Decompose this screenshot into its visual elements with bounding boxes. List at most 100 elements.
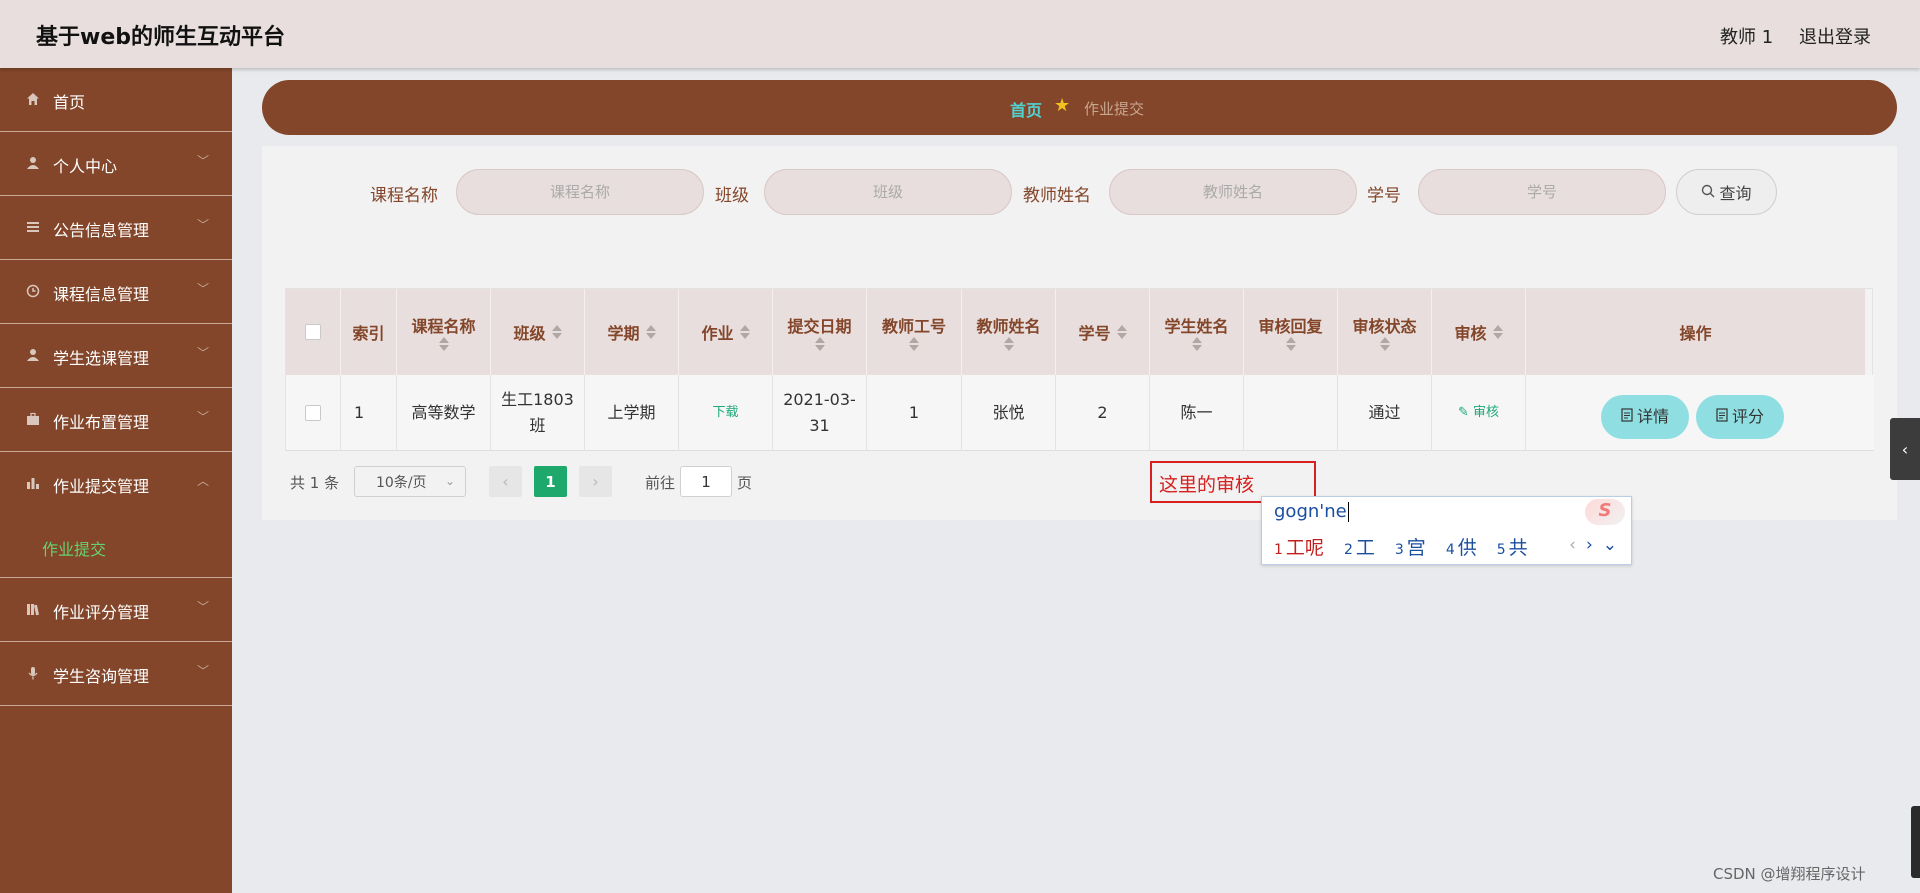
detail-button[interactable]: 详情 bbox=[1601, 395, 1689, 439]
class-input[interactable] bbox=[764, 169, 1012, 215]
cell-select bbox=[286, 375, 341, 451]
prev-page-button[interactable]: ‹ bbox=[489, 466, 522, 497]
sidebar-item-label: 作业提交管理 bbox=[53, 477, 150, 496]
breadcrumb: 首页 ★ 作业提交 bbox=[262, 80, 1897, 135]
cell-audit-reply bbox=[1244, 375, 1338, 451]
sort-icon[interactable] bbox=[909, 337, 919, 351]
header-label: 学号 bbox=[1078, 324, 1111, 343]
download-link[interactable]: 下载 bbox=[712, 400, 738, 426]
header-submit-date[interactable]: 提交日期 bbox=[773, 289, 867, 375]
header-teacher-name[interactable]: 教师姓名 bbox=[962, 289, 1056, 375]
audit-link[interactable]: ✎ 审核 bbox=[1458, 400, 1499, 426]
audit-link-label: 审核 bbox=[1473, 405, 1500, 420]
chevron-left-icon[interactable]: ‹ bbox=[1569, 535, 1576, 555]
select-all-checkbox[interactable] bbox=[305, 324, 321, 340]
header-label: 操作 bbox=[1679, 324, 1712, 343]
sidebar-item-assignment-setup[interactable]: 作业布置管理 ﹀ bbox=[0, 388, 232, 452]
sidebar-item-course-selection[interactable]: 学生选课管理 ﹀ bbox=[0, 324, 232, 388]
sidebar-item-student-consultation[interactable]: 学生咨询管理 ﹀ bbox=[0, 642, 232, 706]
course-name-input[interactable] bbox=[456, 169, 704, 215]
chevron-down-icon: ﹀ bbox=[197, 154, 210, 168]
submenu-item-assignment-submit[interactable]: 作业提交 bbox=[42, 536, 106, 560]
logout-link[interactable]: 退出登录 bbox=[1799, 23, 1871, 49]
header-select-all bbox=[286, 289, 341, 375]
edge-handle[interactable] bbox=[1911, 806, 1920, 878]
chevron-down-icon[interactable]: ⌄ bbox=[1603, 535, 1617, 555]
list-icon bbox=[24, 218, 42, 236]
header-teacher-no[interactable]: 教师工号 bbox=[867, 289, 962, 375]
cell-teacher-name: 张悦 bbox=[962, 375, 1056, 451]
ime-candidate[interactable]: 1 工呢 bbox=[1274, 533, 1324, 560]
header-homework[interactable]: 作业 bbox=[679, 289, 773, 375]
ime-candidate[interactable]: 4供 bbox=[1446, 533, 1477, 560]
next-page-button[interactable]: › bbox=[579, 466, 612, 497]
sort-icon[interactable] bbox=[438, 337, 449, 351]
search-button-label: 查询 bbox=[1719, 184, 1752, 203]
sort-icon[interactable] bbox=[1003, 337, 1014, 351]
sidebar-item-assignment-submission[interactable]: 作业提交管理 ︿ 作业提交 bbox=[0, 452, 232, 578]
cell-date-line2: 31 bbox=[809, 416, 830, 435]
goto-page-input[interactable] bbox=[680, 466, 732, 497]
side-panel-toggle[interactable]: ‹ bbox=[1890, 418, 1920, 480]
header-label: 教师工号 bbox=[881, 317, 946, 336]
header-student-no[interactable]: 学号 bbox=[1056, 289, 1150, 375]
sidebar-item-label: 公告信息管理 bbox=[53, 221, 150, 240]
sidebar-item-label: 作业评分管理 bbox=[53, 603, 150, 622]
ime-candidates: 1 工呢 2工 3宫 4供 5共 bbox=[1274, 533, 1528, 560]
sidebar-item-announcements[interactable]: 公告信息管理 ﹀ bbox=[0, 196, 232, 260]
teacher-name-input[interactable] bbox=[1109, 169, 1357, 215]
header-label: 提交日期 bbox=[787, 317, 852, 336]
ime-candidate[interactable]: 3宫 bbox=[1395, 533, 1426, 560]
sidebar-item-home[interactable]: 首页 bbox=[0, 68, 232, 132]
header-audit[interactable]: 审核 bbox=[1432, 289, 1526, 375]
cell-class-line2: 班 bbox=[529, 416, 546, 435]
user-icon bbox=[24, 346, 42, 364]
header-label: 索引 bbox=[352, 324, 385, 343]
breadcrumb-home[interactable]: 首页 bbox=[1010, 97, 1042, 121]
page-number-current[interactable]: 1 bbox=[534, 466, 567, 497]
course-name-label: 课程名称 bbox=[370, 186, 438, 206]
header-term[interactable]: 学期 bbox=[585, 289, 679, 375]
ime-composition-text: gogn'ne bbox=[1274, 501, 1347, 522]
score-button[interactable]: 评分 bbox=[1696, 395, 1784, 439]
chevron-down-icon: ﹀ bbox=[197, 346, 210, 360]
sidebar-item-label: 学生咨询管理 bbox=[53, 667, 150, 686]
ime-composition: gogn'ne bbox=[1274, 501, 1349, 522]
student-number-input[interactable] bbox=[1418, 169, 1666, 215]
cell-audit-status: 通过 bbox=[1338, 375, 1432, 451]
sort-icon[interactable] bbox=[1116, 325, 1127, 339]
ime-logo-icon: S bbox=[1585, 499, 1625, 525]
header-index: 索引 bbox=[341, 289, 397, 375]
chevron-down-icon: ﹀ bbox=[197, 282, 210, 296]
sort-icon[interactable] bbox=[645, 325, 656, 339]
header-course-name[interactable]: 课程名称 bbox=[397, 289, 491, 375]
ime-candidate[interactable]: 5共 bbox=[1497, 533, 1528, 560]
chevron-right-icon[interactable]: › bbox=[1586, 535, 1593, 555]
sort-icon[interactable] bbox=[1492, 325, 1503, 339]
header-actions: 操作 bbox=[1526, 289, 1866, 375]
sort-icon[interactable] bbox=[814, 337, 825, 351]
home-icon bbox=[24, 90, 42, 108]
sort-icon[interactable] bbox=[1379, 337, 1390, 351]
header-label: 学生姓名 bbox=[1164, 317, 1229, 336]
header-audit-status[interactable]: 审核状态 bbox=[1338, 289, 1432, 375]
search-button[interactable]: 查询 bbox=[1676, 169, 1777, 215]
header-student-name[interactable]: 学生姓名 bbox=[1150, 289, 1244, 375]
sort-icon[interactable] bbox=[739, 325, 750, 339]
sidebar-item-personal-center[interactable]: 个人中心 ﹀ bbox=[0, 132, 232, 196]
header-audit-reply[interactable]: 审核回复 bbox=[1244, 289, 1338, 375]
ime-candidate[interactable]: 2工 bbox=[1344, 533, 1375, 560]
sidebar-item-courses[interactable]: 课程信息管理 ﹀ bbox=[0, 260, 232, 324]
sidebar-item-assignment-grading[interactable]: 作业评分管理 ﹀ bbox=[0, 578, 232, 642]
ime-nav: ‹ › ⌄ bbox=[1569, 535, 1617, 555]
table-header-row: 索引 课程名称 班级 学期 作业 提交日期 教师工号 教师姓名 学号 学生姓名 … bbox=[286, 289, 1866, 375]
header-class[interactable]: 班级 bbox=[491, 289, 585, 375]
chart-icon bbox=[24, 474, 42, 492]
sort-icon[interactable] bbox=[551, 325, 562, 339]
row-checkbox[interactable] bbox=[305, 405, 321, 421]
header-label: 作业 bbox=[701, 324, 734, 343]
clock-icon bbox=[24, 282, 42, 300]
sort-icon[interactable] bbox=[1191, 337, 1202, 351]
page-size-select[interactable]: 10条/页 ⌄ bbox=[354, 466, 466, 497]
sort-icon[interactable] bbox=[1285, 337, 1296, 351]
